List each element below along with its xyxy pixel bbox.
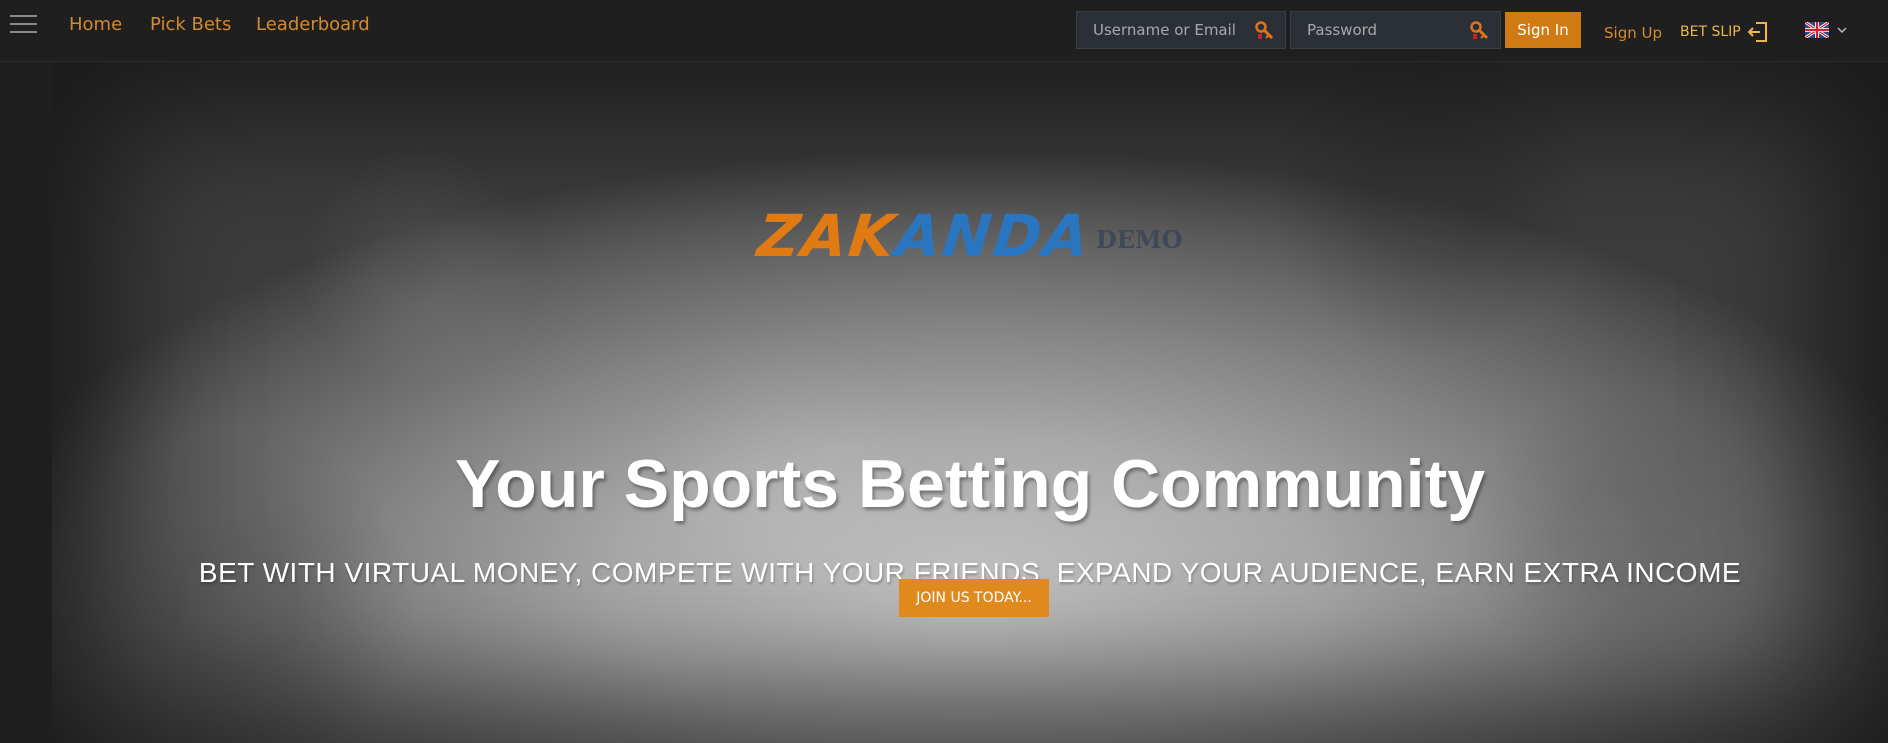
hero-headline: Your Sports Betting Community	[454, 446, 1486, 522]
logo-wordmark: ZAKANDA	[754, 202, 1094, 270]
menu-icon[interactable]	[10, 15, 37, 35]
nav-pick-bets-link[interactable]: Pick Bets	[150, 14, 231, 35]
top-navbar: Home Pick Bets Leaderboard Sign In Sign …	[0, 0, 1888, 62]
sign-up-link[interactable]: Sign Up	[1604, 24, 1662, 42]
chevron-down-icon	[1837, 27, 1847, 34]
nav-home-link[interactable]: Home	[69, 14, 122, 35]
username-field-wrapper	[1076, 11, 1286, 49]
key-icon	[1255, 21, 1274, 40]
hero-vignette	[52, 62, 1888, 743]
bet-slip-label: BET SLIP	[1680, 24, 1741, 40]
join-us-button[interactable]: JOIN US TODAY...	[899, 579, 1049, 617]
logo-zak: ZAK	[753, 202, 899, 270]
bet-slip-button[interactable]: BET SLIP	[1680, 20, 1769, 44]
language-selector[interactable]	[1805, 22, 1847, 38]
password-input[interactable]	[1291, 12, 1500, 48]
uk-flag-icon	[1805, 22, 1829, 38]
site-logo: ZAKANDA DEMO	[52, 202, 1888, 270]
logo-anda: ANDA	[891, 202, 1094, 270]
password-field-wrapper	[1290, 11, 1501, 49]
username-input[interactable]	[1077, 12, 1285, 48]
logo-demo: DEMO	[1095, 225, 1183, 254]
hero-banner: ZAKANDA DEMO Your Sports Betting Communit…	[52, 62, 1888, 743]
nav-leaderboard-link[interactable]: Leaderboard	[256, 14, 370, 35]
sign-in-button[interactable]: Sign In	[1505, 12, 1581, 48]
key-icon	[1470, 21, 1489, 40]
sign-in-icon	[1747, 22, 1767, 42]
